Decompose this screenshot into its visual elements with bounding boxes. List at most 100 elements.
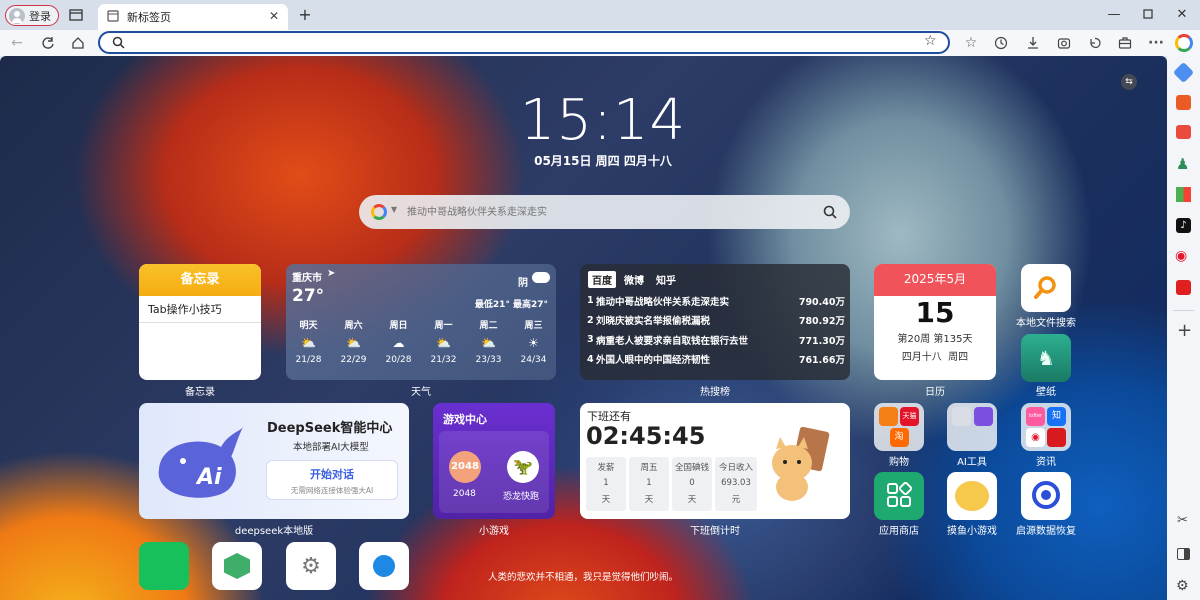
- search-engine-icon[interactable]: [371, 204, 387, 220]
- calendar-day: 15: [915, 296, 955, 329]
- app-label: 资讯: [1036, 457, 1056, 468]
- hot-tab[interactable]: 微博: [620, 271, 648, 288]
- weather-widget[interactable]: 重庆市 ➤ 27° 阴 最低21° 最高27° 明天 ⛅ 21/28 周六 ⛅ 22/2…: [286, 264, 556, 380]
- game-2048-icon[interactable]: 2048: [449, 451, 481, 483]
- weather-range: 最低21° 最高27°: [474, 300, 548, 310]
- star-icon[interactable]: ☆: [924, 33, 937, 49]
- app-label: 启源数据恢复: [1016, 526, 1076, 537]
- news-side-icon[interactable]: [1176, 280, 1191, 295]
- scissors-icon[interactable]: ✂: [1177, 513, 1188, 528]
- start-chat-button[interactable]: 开始对话 无需网络连接体验强大AI: [266, 460, 398, 500]
- forecast-day: 周日 ☁ 20/28: [376, 318, 421, 365]
- search-input[interactable]: [407, 204, 807, 220]
- hot-search-widget[interactable]: 百度 微博 知乎 1 推动中哥战略伙伴关系走深走实 790.40万 2 刘晓庆被实名举…: [580, 264, 850, 380]
- news-folder[interactable]: lofter 知 ◉: [1021, 403, 1071, 451]
- address-input[interactable]: [130, 35, 910, 50]
- new-tab-page: ⇆ 15:14 05月15日 周四 四月十八 ▼ 备忘录 Tab操作小技巧 备忘…: [0, 56, 1167, 600]
- history-icon[interactable]: [992, 34, 1010, 52]
- google-icon[interactable]: [1175, 34, 1193, 52]
- download-icon[interactable]: [1024, 34, 1042, 52]
- ai-tools-folder[interactable]: [947, 403, 997, 451]
- search-box[interactable]: ▼: [359, 195, 850, 229]
- search-icon[interactable]: [823, 205, 837, 222]
- hot-caption: 热搜榜: [700, 387, 730, 398]
- games-caption: 小游戏: [479, 526, 509, 537]
- fish-game-app[interactable]: [947, 472, 997, 520]
- add-sidebar-icon[interactable]: +: [1177, 322, 1192, 340]
- title-bar: 登录 新标签页 ✕ + — ✕: [0, 0, 1200, 30]
- wallpaper-app[interactable]: ♞: [1021, 334, 1071, 382]
- login-button[interactable]: 登录: [5, 5, 59, 26]
- tag-icon[interactable]: [1172, 61, 1195, 84]
- memo-item[interactable]: Tab操作小技巧: [139, 296, 261, 323]
- new-tab-icon[interactable]: +: [297, 5, 313, 24]
- hot-item[interactable]: 3 病重老人被要求亲自取钱在银行去世 771.30万: [587, 330, 845, 350]
- reload-icon[interactable]: [39, 34, 57, 52]
- calendar-month: 2025年5月: [874, 264, 996, 296]
- office-icon[interactable]: [1176, 95, 1191, 110]
- memo-widget[interactable]: 备忘录 Tab操作小技巧: [139, 264, 261, 380]
- quote-text: 人类的悲欢并不相通，我只是觉得他们吵闹。: [487, 572, 678, 583]
- app-label: 壁纸: [1036, 387, 1056, 398]
- iqiyi-app[interactable]: [139, 542, 189, 590]
- tab-title: 新标签页: [127, 11, 171, 24]
- apps-icon[interactable]: [1176, 187, 1191, 202]
- home-icon[interactable]: [69, 34, 87, 52]
- chevron-down-icon[interactable]: ▼: [391, 205, 397, 214]
- mini-app-icon: [879, 407, 898, 426]
- restore-icon[interactable]: [1086, 34, 1104, 52]
- hot-item[interactable]: 4 外国人眼中的中国经济韧性 761.66万: [587, 350, 845, 370]
- shield-app[interactable]: [212, 542, 262, 590]
- deer-icon: ♞: [1037, 346, 1055, 370]
- hot-tab[interactable]: 百度: [588, 271, 616, 288]
- avatar-icon: [9, 7, 25, 24]
- hot-tab[interactable]: 知乎: [652, 271, 680, 288]
- shopping-folder[interactable]: 天猫 淘: [874, 403, 924, 451]
- tab-list-icon[interactable]: [66, 6, 86, 24]
- panel-icon[interactable]: [1177, 548, 1190, 560]
- hot-item[interactable]: 1 推动中哥战略伙伴关系走深走实 790.40万: [587, 291, 845, 311]
- local-file-search-app[interactable]: [1021, 264, 1071, 312]
- app-label: 本地文件搜索: [1016, 318, 1076, 329]
- login-label: 登录: [29, 9, 51, 23]
- settings-app[interactable]: ⚙: [286, 542, 336, 590]
- address-bar[interactable]: ☆: [98, 31, 950, 54]
- weather-icon: ☁: [392, 336, 405, 350]
- sidebar-settings-icon[interactable]: ⚙: [1176, 578, 1189, 594]
- app-store-app[interactable]: [874, 472, 924, 520]
- calendar-widget[interactable]: 2025年5月 15 第20周 第135天 四月十八 周四: [874, 264, 996, 380]
- tiktok-icon[interactable]: ♪: [1176, 218, 1191, 233]
- toolbox-icon[interactable]: [1116, 34, 1134, 52]
- data-recovery-app[interactable]: [1021, 472, 1071, 520]
- deepseek-widget[interactable]: Ai DeepSeek智能中心 本地部署AI大模型 开始对话 无需网络连接体验强…: [139, 403, 409, 519]
- countdown-widget[interactable]: 下班还有 02:45:45 发薪 1 天 周五 1 天 全国碘钱 0 天 今日收入 693.0…: [580, 403, 850, 519]
- shield-icon: [224, 553, 250, 579]
- favorites-icon[interactable]: ☆: [962, 34, 980, 52]
- tab-close-icon[interactable]: ✕: [269, 9, 279, 23]
- calendar-caption: 日历: [925, 387, 945, 398]
- forecast-day: 周一 ⛅ 21/32: [421, 318, 466, 365]
- tab-page-icon: [107, 9, 119, 25]
- game-center-widget[interactable]: 游戏中心 2048 2048 🦖 恐龙快跑: [433, 403, 555, 519]
- clock-time: 15:14: [519, 88, 687, 153]
- chess-icon[interactable]: ♟: [1176, 155, 1189, 173]
- memo-caption: 备忘录: [185, 387, 215, 398]
- fish-face-icon: [955, 481, 989, 511]
- maximize-icon[interactable]: [1140, 5, 1156, 23]
- weibo-side-icon[interactable]: ◉: [1175, 248, 1187, 264]
- dino-icon[interactable]: 🦖: [507, 451, 539, 483]
- briefcase-icon[interactable]: [1176, 125, 1191, 139]
- deepseek-title: DeepSeek智能中心: [267, 421, 393, 436]
- clock-date: 05月15日 周四 四月十八: [534, 154, 672, 168]
- stat-card: 发薪 1 天: [586, 457, 626, 511]
- screenshot-icon[interactable]: [1055, 34, 1073, 52]
- forecast-day: 周三 ☀ 24/34: [511, 318, 556, 365]
- back-icon[interactable]: ←: [8, 34, 26, 52]
- close-window-icon[interactable]: ✕: [1174, 5, 1190, 23]
- switch-icon[interactable]: ⇆: [1121, 74, 1137, 90]
- recovery-icon: [1031, 480, 1061, 513]
- minimize-icon[interactable]: —: [1106, 5, 1122, 23]
- tab-new-tab[interactable]: 新标签页 ✕: [98, 4, 288, 30]
- more-menu-icon[interactable]: ···: [1147, 34, 1165, 52]
- hot-item[interactable]: 2 刘晓庆被实名举报偷税漏税 780.92万: [587, 311, 845, 331]
